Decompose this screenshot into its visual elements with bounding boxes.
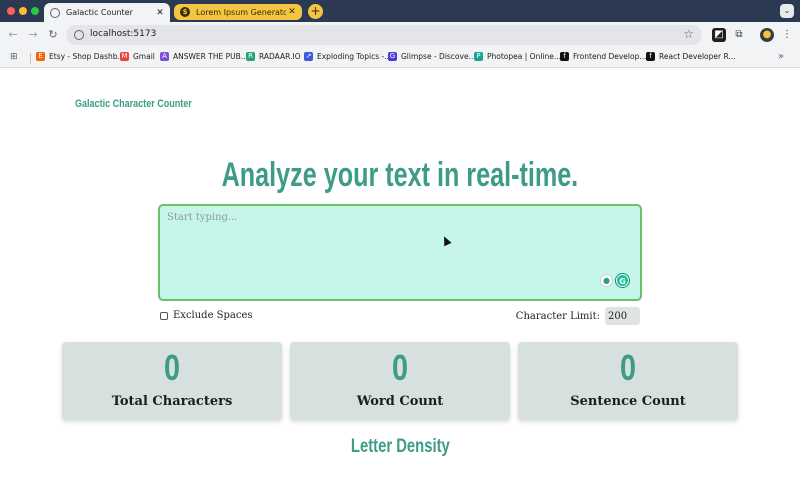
tab-search-icon[interactable]: ⌄ [780,4,794,18]
total-characters-value: 0 [163,347,181,388]
bookmark-label: Photopea | Online... [487,52,562,61]
bookmark-etsy[interactable]: E Etsy - Shop Dashb... [36,52,125,61]
stat-label: Sentence Count [570,394,686,409]
etsy-icon: E [36,52,45,61]
close-tab-icon[interactable]: ✕ [154,8,166,18]
bookmark-photopea[interactable]: P Photopea | Online... [474,52,561,61]
address-bar[interactable]: localhost:5173 ☆ [66,25,702,45]
stat-label: Word Count [356,394,444,409]
headline-text: Analyze your text in real-time. [221,156,579,194]
page-headline: Analyze your text in real-time. [0,156,800,195]
exclude-spaces-label: Exclude Spaces [173,310,253,321]
text-input[interactable] [158,204,642,301]
textarea-extension-icons: ● G [600,274,629,287]
tab-title: Galactic Counter [66,8,133,17]
bookmark-radaar[interactable]: R RADAAR.IO [246,52,301,61]
apps-grid-icon[interactable]: ⊞ [10,52,18,62]
bookmark-label: Frontend Develop... [573,52,647,61]
bookmark-label: Glimpse - Discove... [401,52,476,61]
answer-the-public-icon: A [160,52,169,61]
forward-icon[interactable]: → [26,28,40,42]
profile-avatar-icon[interactable]: ● [760,28,774,42]
radaar-icon: R [246,52,255,61]
site-info-icon[interactable] [74,30,84,40]
tab-lorem-ipsum-generator[interactable]: $ Lorem Ipsum Generator ✕ [174,4,302,20]
word-count-value: 0 [391,347,409,388]
bookmarks-bar: ⊞ E Etsy - Shop Dashb... M Gmail A ANSWE… [0,48,800,68]
photopea-icon: P [474,52,483,61]
lightbulb-icon[interactable]: ● [600,274,613,287]
frontend-mentor-icon: f [560,52,569,61]
browser-menu-icon[interactable]: ⋮ [780,28,794,42]
stat-card-word-count: 0 Word Count [290,342,510,420]
bookmark-label: React Developer R... [659,52,736,61]
bookmark-exploding-topics[interactable]: ↗ Exploding Topics -... [304,52,391,61]
bookmark-label: Etsy - Shop Dashb... [49,52,125,61]
extensions-puzzle-icon[interactable]: ⧉ [732,28,746,42]
close-window-button[interactable] [7,7,15,15]
character-limit: Character Limit: [516,307,640,325]
character-limit-label: Character Limit: [515,310,600,322]
reload-icon[interactable]: ↻ [46,28,60,42]
stat-label: Total Characters [111,394,233,409]
bookmark-label: ANSWER THE PUB... [173,52,248,61]
brand-logo-text[interactable]: Galactic Character Counter [75,98,192,110]
bookmark-react-developer[interactable]: f React Developer R... [646,52,736,61]
new-tab-button[interactable]: + [308,4,323,19]
stat-card-total-characters: 0 Total Characters [62,342,282,420]
more-bookmarks-icon[interactable]: » [778,51,784,62]
bookmark-answer-the-public[interactable]: A ANSWER THE PUB... [160,52,248,61]
browser-tabstrip: Galactic Counter ✕ $ Lorem Ipsum Generat… [0,0,800,22]
stat-value: 0 [62,348,282,388]
exclude-spaces-option[interactable]: Exclude Spaces [160,310,253,321]
bookmarks-divider [30,53,31,64]
bookmark-star-icon[interactable]: ☆ [683,27,694,41]
url-text: localhost:5173 [90,29,157,39]
dollar-icon: $ [180,7,190,17]
bookmark-label: Exploding Topics -... [317,52,392,61]
stat-value: 0 [518,348,738,388]
letter-density-title: Letter Density [350,436,450,457]
frontend-mentor-icon: f [646,52,655,61]
character-limit-input[interactable] [605,307,640,325]
gmail-icon: M [120,52,129,61]
extension-icon[interactable]: ◩ [712,28,726,42]
sentence-count-value: 0 [619,347,637,388]
minimize-window-button[interactable] [19,7,27,15]
bookmark-frontend-developer[interactable]: f Frontend Develop... [560,52,647,61]
browser-toolbar: ← → ↻ localhost:5173 ☆ ◩ ⧉ ● ⋮ [0,22,800,48]
exploding-topics-icon: ↗ [304,52,313,61]
bookmark-label: Gmail [133,52,155,61]
stat-value: 0 [290,348,510,388]
tab-galactic-counter[interactable]: Galactic Counter ✕ [44,3,170,22]
globe-icon [50,7,60,18]
maximize-window-button[interactable] [31,7,39,15]
bookmark-glimpse[interactable]: G Glimpse - Discove... [388,52,476,61]
letter-density-heading: Letter Density [0,436,800,458]
glimpse-icon: G [388,52,397,61]
grammarly-icon[interactable]: G [616,274,629,287]
close-tab-icon[interactable]: ✕ [286,7,298,17]
tab-title: Lorem Ipsum Generator [196,7,286,17]
back-icon[interactable]: ← [6,28,20,42]
app-page: Galactic Character Counter Analyze your … [0,68,800,500]
stat-card-sentence-count: 0 Sentence Count [518,342,738,420]
exclude-spaces-checkbox[interactable] [160,311,168,320]
bookmark-gmail[interactable]: M Gmail [120,52,155,61]
bookmark-label: RADAAR.IO [259,52,301,61]
